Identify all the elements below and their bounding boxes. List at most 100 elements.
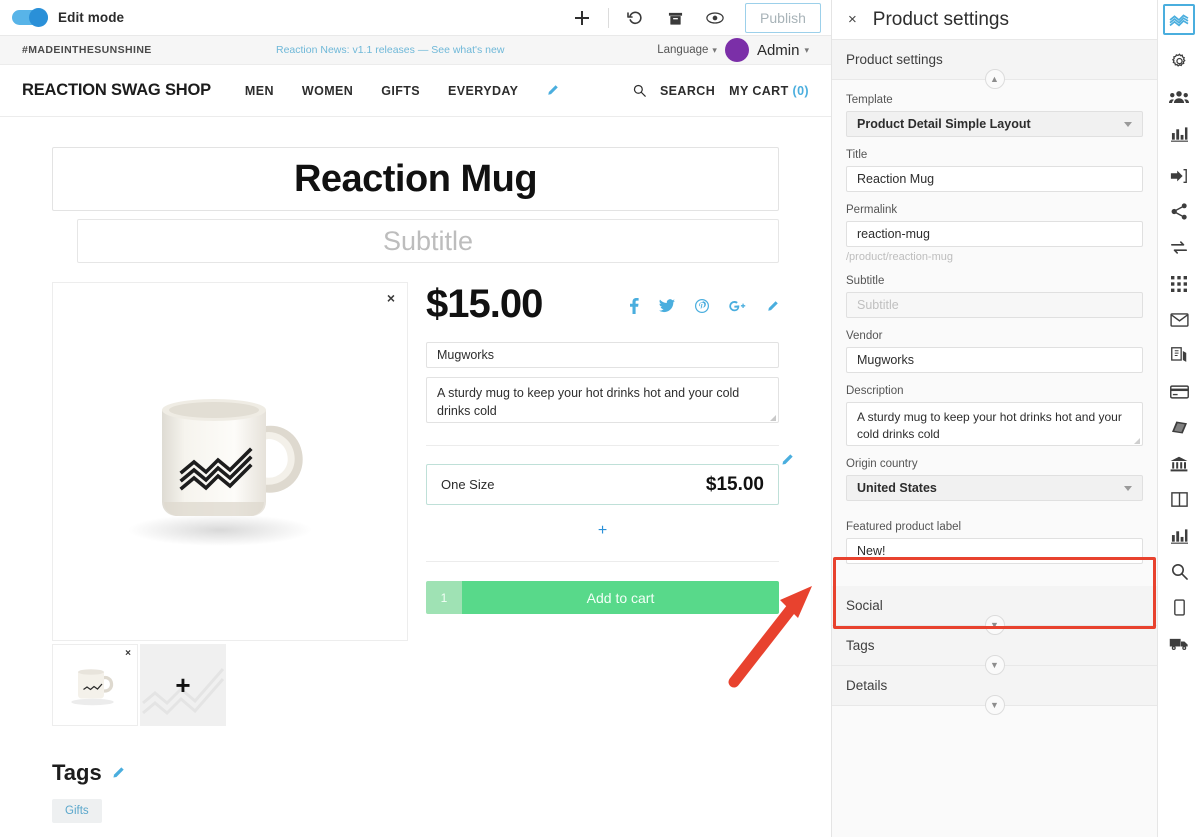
tag-chip[interactable]: Gifts <box>52 799 102 823</box>
nav-item-gifts[interactable]: GIFTS <box>381 84 420 98</box>
twitter-icon[interactable] <box>659 299 675 313</box>
edit-nav-pencil-icon[interactable] <box>546 84 559 97</box>
taxes-bank-icon[interactable] <box>1163 448 1195 479</box>
dashboard-chart-icon[interactable] <box>1163 118 1195 149</box>
language-selector[interactable]: Language ▾ <box>657 44 717 56</box>
admin-menu[interactable]: Admin ▾ <box>757 42 809 59</box>
preview-icon[interactable] <box>695 3 735 33</box>
pinterest-icon[interactable] <box>695 299 709 313</box>
add-icon[interactable] <box>562 3 602 33</box>
nav-item-men[interactable]: MEN <box>245 84 274 98</box>
field-label: Featured product label <box>846 521 962 533</box>
origin-country-select[interactable]: United States <box>846 475 1143 501</box>
tags-heading: Tags <box>52 760 102 785</box>
product-variant-row[interactable]: One Size $15.00 <box>426 454 793 505</box>
search-label[interactable]: SEARCH <box>660 84 715 98</box>
edit-pencil-icon[interactable] <box>766 300 779 313</box>
remove-image-icon[interactable]: × <box>387 291 395 305</box>
title-input[interactable]: Reaction Mug <box>846 166 1143 192</box>
thumbnail-item[interactable]: × <box>52 644 138 726</box>
shop-navigation: REACTION SWAG SHOP MEN WOMEN GIFTS EVERY… <box>0 65 831 117</box>
edit-mode-toggle[interactable] <box>12 8 48 27</box>
publish-button[interactable]: Publish <box>745 3 821 33</box>
accounts-icon[interactable] <box>1163 82 1195 113</box>
quantity-stepper[interactable]: 1 <box>426 581 462 614</box>
section-header-social[interactable]: Social ▼ <box>832 586 1157 635</box>
panel-body: Product settings ▲ Template Product Deta… <box>832 40 1157 837</box>
product-price-row: $15.00 <box>426 284 779 324</box>
add-to-cart-row: 1 Add to cart <box>426 581 779 614</box>
archive-icon[interactable] <box>655 3 695 33</box>
edit-mode-label: Edit mode <box>58 10 125 25</box>
grid-apps-icon[interactable] <box>1163 268 1195 299</box>
vendor-input[interactable]: Mugworks <box>846 347 1143 373</box>
close-icon[interactable]: × <box>848 12 857 27</box>
layout-columns-icon[interactable] <box>1163 484 1195 515</box>
product-thumbnails: × + <box>52 644 408 726</box>
chevron-down-icon[interactable]: ▼ <box>984 695 1005 715</box>
product-detail-column: $15.00 Mugworks A sturdy mug to keep you… <box>426 282 793 726</box>
product-subtitle-field[interactable]: Subtitle <box>77 219 779 263</box>
email-icon[interactable] <box>1163 304 1195 335</box>
edit-variant-pencil-icon[interactable] <box>780 453 794 472</box>
add-variant-button[interactable]: + <box>426 522 779 540</box>
shop-news-link[interactable]: Reaction News: v1.1 releases — See what'… <box>276 44 504 56</box>
mobile-device-icon[interactable] <box>1163 592 1195 623</box>
field-vendor: Vendor Mugworks <box>846 330 1143 373</box>
section-body-product-settings: Template Product Detail Simple Layout Ti… <box>832 80 1157 586</box>
subtitle-input[interactable]: Subtitle <box>846 292 1143 318</box>
connections-icon[interactable] <box>1163 232 1195 263</box>
app-root: Edit mode Publish #MADEINTHESUNSHINE Rea… <box>0 0 1200 837</box>
product-description-field[interactable]: A sturdy mug to keep your hot drinks hot… <box>426 377 779 423</box>
product-vendor-field[interactable]: Mugworks <box>426 342 779 368</box>
shop-strip-right: Language ▾ Admin ▾ <box>657 38 809 62</box>
permalink-input[interactable]: reaction-mug <box>846 221 1143 247</box>
toolbar-divider <box>608 8 609 28</box>
share-icon[interactable] <box>1163 196 1195 227</box>
reaction-logo-icon[interactable] <box>1163 4 1195 35</box>
search-icon[interactable] <box>633 84 646 97</box>
shop-brand[interactable]: REACTION SWAG SHOP <box>22 81 211 100</box>
revert-icon[interactable] <box>615 3 655 33</box>
chevron-down-icon[interactable]: ▼ <box>984 615 1005 635</box>
googleplus-icon[interactable] <box>729 300 746 313</box>
search-icon[interactable] <box>1163 556 1195 587</box>
featured-product-label-input[interactable]: New! <box>846 538 1143 564</box>
pages-icon[interactable] <box>1163 340 1195 371</box>
shipping-truck-icon[interactable] <box>1163 628 1195 659</box>
nav-item-everyday[interactable]: EVERYDAY <box>448 84 518 98</box>
payments-card-icon[interactable] <box>1163 376 1195 407</box>
shop-nav-right: SEARCH MY CART (0) <box>633 84 809 98</box>
avatar[interactable] <box>724 38 749 62</box>
product-title-field[interactable]: Reaction Mug <box>52 147 779 211</box>
section-label: Details <box>846 678 888 693</box>
remove-thumbnail-icon[interactable]: × <box>125 648 131 659</box>
section-label: Tags <box>846 638 875 653</box>
analytics-icon[interactable] <box>1163 520 1195 551</box>
chevron-down-icon[interactable]: ▼ <box>984 655 1005 675</box>
product-main-image[interactable]: × <box>52 282 408 641</box>
template-select[interactable]: Product Detail Simple Layout <box>846 111 1143 137</box>
gear-icon[interactable] <box>1163 46 1195 77</box>
catalog-book-icon[interactable] <box>1163 412 1195 443</box>
product-main-row: × × + $15.00 Mugworks A sturdy mug to ke… <box>52 282 793 726</box>
panel-header: × Product settings <box>832 0 1157 40</box>
add-image-tile[interactable]: + <box>140 644 226 726</box>
login-icon[interactable] <box>1163 160 1195 191</box>
product-price: $15.00 <box>426 282 543 326</box>
nav-item-women[interactable]: WOMEN <box>302 84 353 98</box>
edit-tags-pencil-icon[interactable] <box>111 766 125 780</box>
field-description: Description A sturdy mug to keep your ho… <box>846 385 1143 446</box>
add-to-cart-button[interactable]: Add to cart <box>462 581 779 614</box>
field-label: Subtitle <box>846 275 885 287</box>
cart-label: MY CART <box>729 83 789 98</box>
section-header-product-settings[interactable]: Product settings ▲ <box>832 40 1157 89</box>
facebook-icon[interactable] <box>629 298 639 314</box>
product-title-value: Reaction Mug <box>293 157 538 200</box>
cart-link[interactable]: MY CART (0) <box>729 84 809 98</box>
description-textarea[interactable]: A sturdy mug to keep your hot drinks hot… <box>846 402 1143 446</box>
description-value: A sturdy mug to keep your hot drinks hot… <box>857 410 1122 442</box>
vendor-value: Mugworks <box>857 353 914 367</box>
chevron-up-icon[interactable]: ▲ <box>984 69 1005 89</box>
origin-country-value: United States <box>857 481 937 495</box>
